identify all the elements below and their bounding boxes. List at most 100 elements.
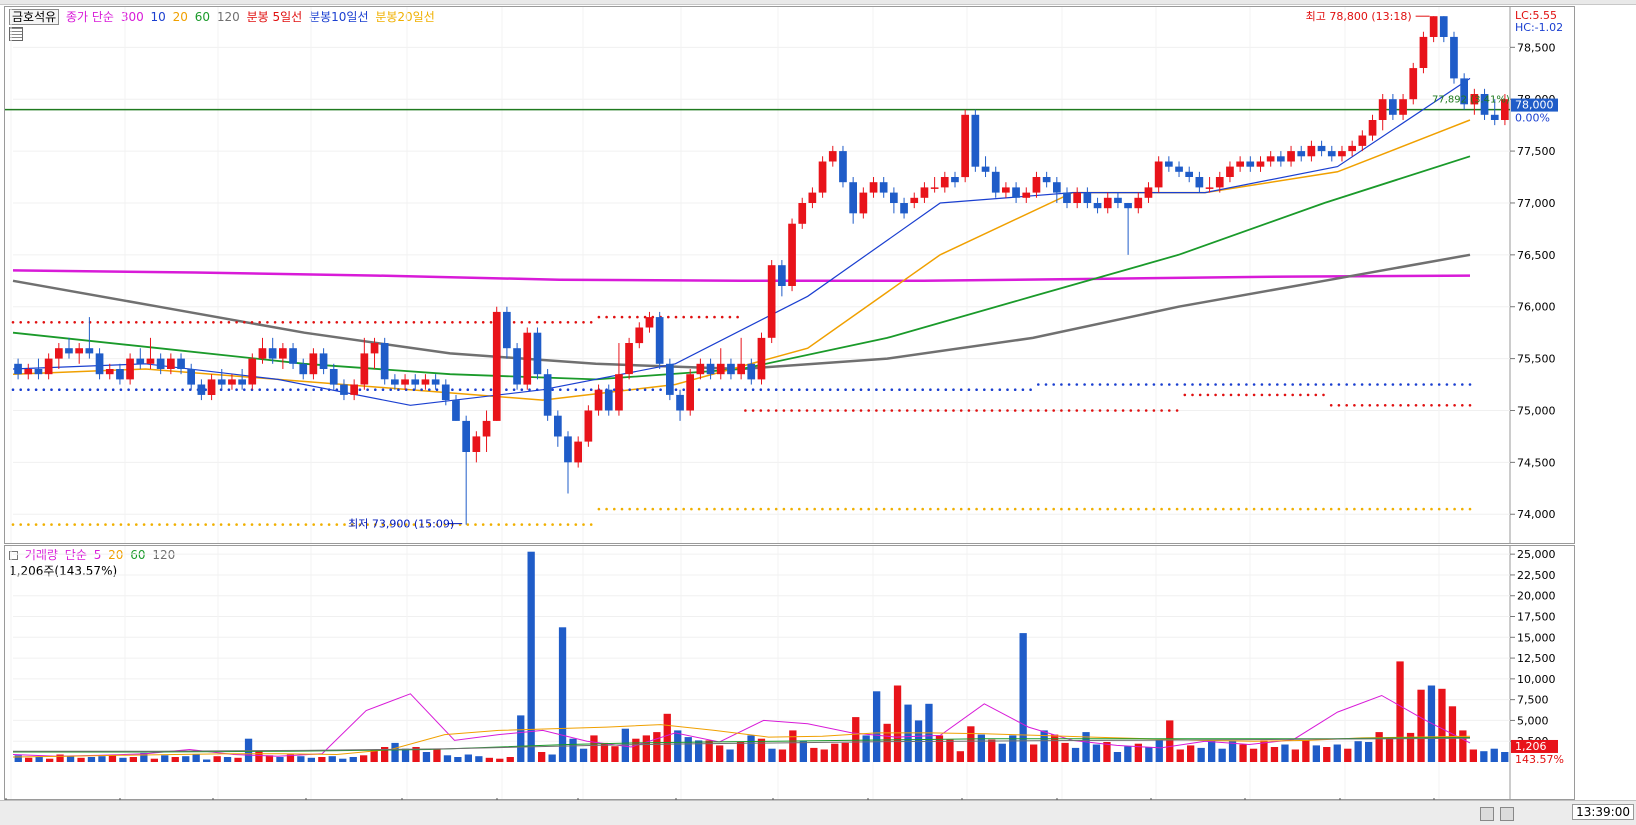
band-5-dot — [697, 315, 701, 319]
band-10-dot — [535, 388, 539, 392]
volume-bar — [46, 758, 54, 762]
band-20-dot — [1414, 507, 1418, 511]
candle-body — [604, 389, 613, 411]
volume-bar — [1019, 633, 1027, 762]
volume-bar — [642, 735, 650, 762]
band-10-dot — [720, 388, 724, 392]
band-5-dot — [875, 409, 878, 412]
band-5-dot — [466, 321, 470, 324]
candle-body — [1053, 182, 1061, 193]
band-10-dot — [975, 388, 978, 392]
band-5-dot — [636, 315, 639, 319]
band-5-dot — [1422, 404, 1425, 407]
candle-body — [350, 384, 358, 395]
band-20-dot — [96, 523, 100, 526]
candle-body — [329, 369, 338, 385]
band-10-dot — [798, 388, 801, 392]
candle-body — [136, 358, 145, 364]
band-5-dot — [243, 321, 246, 324]
volume-bar — [1385, 738, 1394, 762]
band-5-dot — [1306, 393, 1310, 397]
band-20-dot — [905, 507, 909, 511]
candle-body — [1215, 177, 1224, 188]
band-20-dot — [813, 507, 816, 511]
candle-body — [1287, 151, 1295, 162]
band-5-dot — [1060, 409, 1063, 412]
band-20-dot — [42, 523, 46, 526]
volume-bar — [1281, 744, 1289, 762]
band-20-dot — [782, 507, 786, 511]
band-10-dot — [1283, 383, 1287, 386]
candle-body — [910, 197, 919, 203]
candle-body — [584, 410, 593, 442]
band-5-dot — [312, 321, 316, 324]
candle-body — [217, 379, 226, 385]
band-20-dot — [1399, 507, 1402, 511]
candle-body — [828, 151, 837, 162]
price-chart-pane[interactable]: 금호석유 종가 단순 300 10 20 60 120 분봉 5일선 분봉10일… — [4, 6, 1575, 544]
band-5-dot — [744, 409, 747, 412]
candle-body — [737, 363, 745, 375]
band-20-dot — [481, 523, 485, 526]
volume-bar — [485, 757, 493, 762]
volume-bar — [1490, 748, 1498, 762]
band-20-dot — [1060, 507, 1063, 511]
band-20-dot — [1191, 507, 1194, 511]
band-20-dot — [605, 507, 608, 511]
volume-bar — [391, 742, 399, 762]
volume-bar — [1354, 741, 1362, 762]
candle-body — [44, 358, 53, 375]
band-10-dot — [1314, 383, 1318, 386]
band-20-dot — [574, 523, 578, 526]
band-20-dot — [173, 523, 177, 526]
volume-chart-pane[interactable]: 거래량 단순 5 20 60 120 1,206주(143.57%) 25,00… — [4, 545, 1575, 800]
band-10-dot — [335, 388, 339, 392]
band-5-dot — [667, 315, 670, 319]
candle-body — [1399, 99, 1407, 115]
candle-body — [452, 400, 460, 421]
band-10-dot — [58, 388, 61, 392]
band-20-dot — [620, 507, 624, 511]
band-20-dot — [1283, 507, 1287, 511]
candle-body — [238, 379, 246, 385]
band-10-dot — [713, 388, 716, 392]
band-5-dot — [1160, 409, 1163, 412]
candle-body — [533, 332, 542, 375]
band-10-dot — [1137, 383, 1140, 386]
candle-body — [1042, 177, 1051, 183]
band-10-dot — [836, 388, 840, 392]
candle-body — [126, 358, 134, 380]
band-5-dot — [1037, 409, 1040, 412]
band-10-dot — [828, 388, 832, 392]
band-10-dot — [1052, 383, 1055, 386]
band-10-dot — [805, 388, 809, 392]
band-20-dot — [1075, 507, 1079, 511]
volume-bar — [25, 757, 33, 762]
band-10-dot — [111, 388, 115, 392]
band-20-dot — [142, 523, 146, 526]
band-10-dot — [73, 388, 76, 392]
band-10-dot — [1322, 383, 1325, 386]
volume-bar — [831, 743, 839, 762]
band-5-dot — [1052, 409, 1055, 412]
candle-body — [1429, 16, 1438, 37]
band-20-dot — [559, 523, 562, 526]
candle-body — [635, 327, 644, 344]
band-20-dot — [643, 507, 647, 511]
candle-body — [462, 420, 470, 452]
band-10-dot — [27, 388, 30, 392]
band-20-dot — [975, 507, 978, 511]
band-5-dot — [798, 409, 801, 412]
band-20-dot — [243, 523, 246, 526]
scroll-right-button[interactable] — [1500, 807, 1514, 821]
volume-bar — [1197, 747, 1205, 762]
band-10-dot — [1006, 388, 1009, 392]
band-10-dot — [1437, 383, 1441, 386]
band-5-dot — [1329, 404, 1333, 407]
scroll-left-button[interactable] — [1480, 807, 1494, 821]
band-10-dot — [528, 388, 531, 392]
band-20-dot — [959, 507, 963, 511]
band-10-dot — [119, 388, 123, 392]
volume-bar — [1071, 747, 1080, 762]
band-10-dot — [1252, 383, 1256, 386]
